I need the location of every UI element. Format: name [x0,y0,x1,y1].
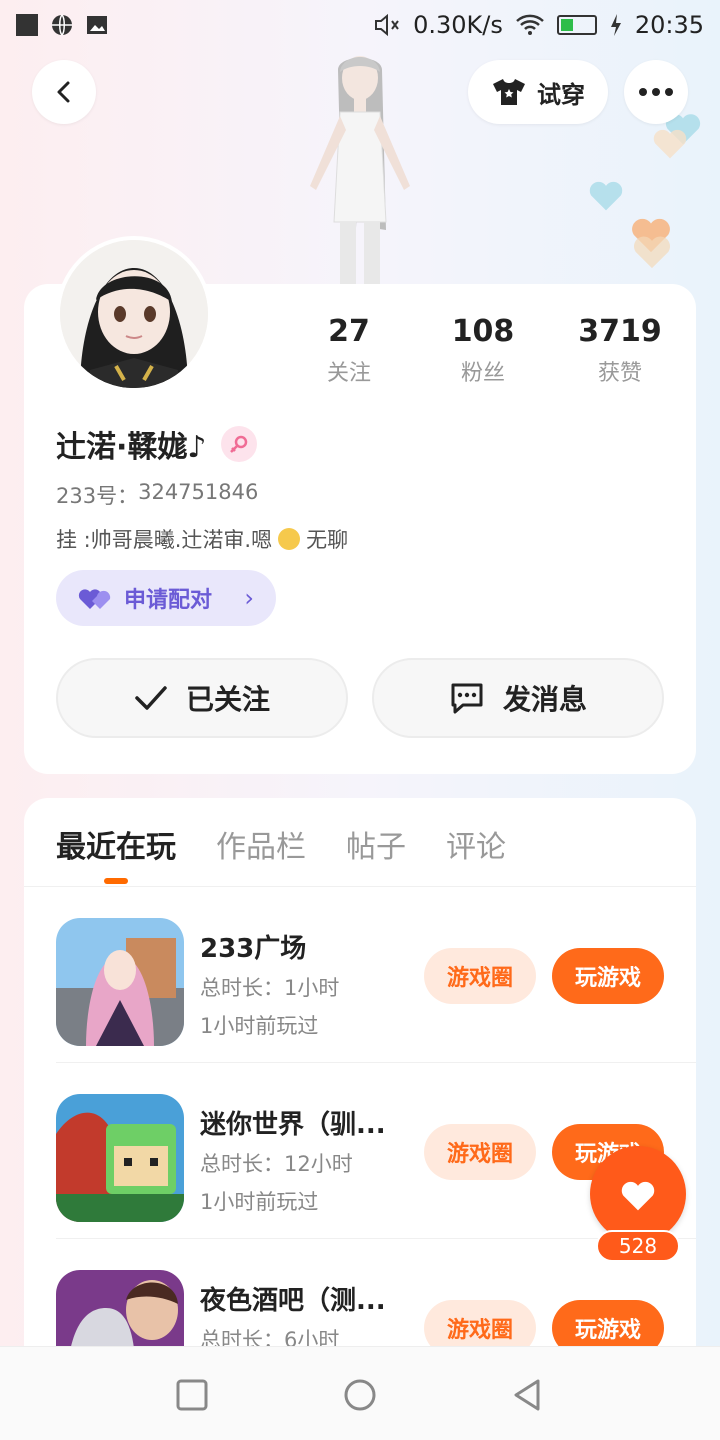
likes-count: 3719 [578,314,662,349]
tab-works[interactable]: 作品栏 [216,822,306,866]
game-name: 夜色酒吧（测... [200,1286,386,1316]
wifi-icon [515,14,544,35]
chat-bubble-icon [451,683,483,714]
signature-text: 挂 :帅哥晨曦.辻渃审.嗯 [56,528,273,552]
apply-pair-button[interactable]: 申请配对 › [56,570,276,626]
apply-pair-label: 申请配对 [124,588,213,613]
heart-decoration [633,236,671,269]
game-icon [56,918,184,1046]
image-icon [87,16,107,34]
clock: 20:35 [634,11,704,39]
double-heart-icon [78,589,111,609]
followed-label: 已关注 [185,683,270,716]
heart-decoration [653,129,687,159]
network-speed: 0.30K/s [413,11,503,39]
game-circle-button[interactable]: 游戏圈 [424,1124,536,1180]
stat-fans[interactable]: 108 粉丝 [418,314,548,387]
likes-label: 获赞 [597,361,642,386]
user-id-value: 324751846 [138,480,259,504]
following-label: 关注 [326,361,371,386]
system-nav-bar [0,1346,720,1440]
game-name: 233广场 [200,934,307,964]
avatar-image [60,240,208,388]
recent-apps-icon[interactable] [172,1375,212,1415]
home-icon[interactable] [340,1375,380,1415]
heart-decoration [589,181,623,211]
charging-icon [610,14,621,36]
tab-comments[interactable]: 评论 [446,822,506,866]
notification-icon [16,14,38,36]
like-count-badge: 528 [596,1230,680,1262]
game-name: 迷你世界（驯... [200,1110,386,1140]
game-last-played: 1小时前玩过 [200,1190,319,1214]
content-card: 最近在玩 作品栏 帖子 评论 233广场 总时长：1小时 1小时前玩过 游戏圈 … [24,798,696,1358]
tab-recently-played[interactable]: 最近在玩 [56,822,176,884]
female-gender-icon [220,426,257,462]
game-last-played: 1小时前玩过 [200,1014,319,1038]
game-row[interactable]: 233广场 总时长：1小时 1小时前玩过 游戏圈 玩游戏 [56,886,664,1062]
back-nav-icon[interactable] [508,1375,548,1415]
stat-likes[interactable]: 3719 获赞 [555,314,685,387]
game-icon [56,1270,184,1358]
tshirt-icon [493,79,525,105]
followed-button[interactable]: 已关注 [56,658,348,738]
try-on-label: 试穿 [537,80,585,109]
chevron-right-icon: › [244,584,254,612]
check-icon [135,686,167,710]
send-message-label: 发消息 [502,683,587,716]
fans-label: 粉丝 [460,361,505,386]
try-on-button[interactable]: 试穿 [468,60,608,124]
game-duration: 总时长：1小时 [200,976,340,1000]
game-row[interactable]: 迷你世界（驯... 总时长：12小时 1小时前玩过 游戏圈 玩游戏 [56,1062,696,1238]
user-id: 233号： 324751846 [56,480,258,510]
globe-icon [52,14,72,36]
tab-posts[interactable]: 帖子 [346,822,406,866]
character-figure [310,56,410,286]
expressionless-emoji-icon [278,528,301,550]
back-button[interactable] [32,60,96,124]
stat-following[interactable]: 27 关注 [284,314,414,387]
name-row: 辻渃·鞣娏♪ [56,422,257,466]
floating-like-button[interactable] [590,1146,686,1242]
signature: 挂 :帅哥晨曦.辻渃审.嗯 无聊 [56,524,348,554]
more-button[interactable] [624,60,688,124]
mute-icon [375,13,399,37]
row-divider [56,1062,696,1063]
more-dots-icon [639,88,673,96]
battery-icon [556,15,597,35]
game-circle-button[interactable]: 游戏圈 [424,948,536,1004]
username: 辻渃·鞣娏♪ [56,430,207,465]
status-bar: 0.30K/s 20:35 [0,0,720,50]
user-id-label: 233号： [56,484,139,508]
send-message-button[interactable]: 发消息 [372,658,664,738]
fans-count: 108 [451,314,515,349]
following-count: 27 [328,314,370,349]
game-icon [56,1094,184,1222]
game-duration: 总时长：12小时 [200,1152,353,1176]
game-row[interactable]: 夜色酒吧（测... 总时长：6小时 游戏圈 玩游戏 [56,1238,696,1358]
avatar[interactable] [56,236,212,392]
signature-suffix: 无聊 [306,528,349,552]
chevron-left-icon [57,81,70,103]
heart-icon [621,1181,655,1211]
tab-bar: 最近在玩 作品栏 帖子 评论 [56,822,506,884]
play-game-button[interactable]: 玩游戏 [552,948,664,1004]
